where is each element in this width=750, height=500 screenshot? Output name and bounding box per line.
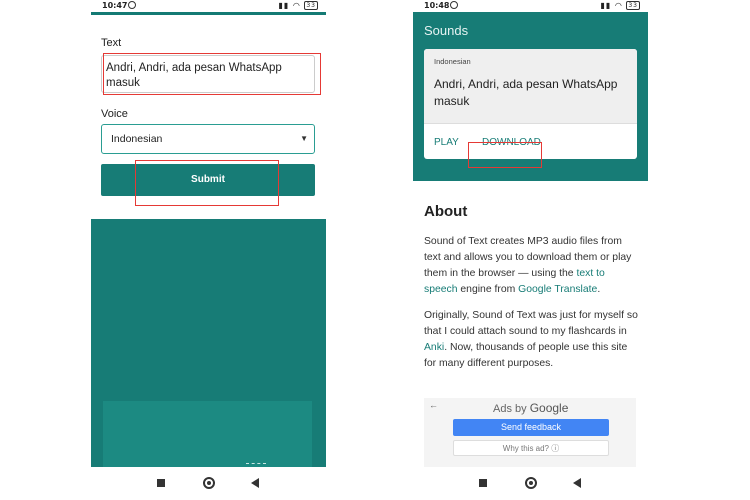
send-feedback-button[interactable]: Send feedback	[453, 419, 609, 436]
about-title: About	[424, 203, 468, 220]
chevron-down-icon: ▼	[300, 134, 308, 143]
about-text: engine from	[457, 284, 519, 295]
app-header-strip	[91, 12, 326, 15]
about-text: Originally, Sound of Text was just for m…	[424, 310, 638, 337]
sound-language: Indonesian	[434, 57, 471, 66]
battery-icon: 33	[304, 1, 318, 10]
signal-icon: ▮▮	[278, 1, 290, 10]
recent-apps-icon[interactable]	[479, 479, 487, 487]
voice-select-value: Indonesian	[111, 133, 163, 145]
ads-by-google: Ads by Google	[493, 401, 568, 415]
ad-placeholder-mark	[246, 463, 266, 466]
whatsapp-icon	[450, 1, 458, 9]
text-input-highlight	[103, 53, 321, 95]
sounds-title: Sounds	[424, 23, 469, 38]
teal-background	[91, 219, 326, 467]
home-icon[interactable]	[525, 477, 537, 489]
anki-link[interactable]: Anki	[424, 342, 444, 353]
about-paragraph-1: Sound of Text creates MP3 audio files fr…	[424, 234, 640, 298]
whatsapp-icon	[128, 1, 136, 9]
sound-text: Andri, Andri, ada pesan WhatsApp masuk	[434, 77, 618, 108]
back-icon[interactable]	[573, 478, 581, 488]
play-button[interactable]: PLAY	[434, 137, 459, 148]
voice-select[interactable]: Indonesian ▼	[101, 124, 315, 154]
status-icons: ▮▮ ◠ 33	[278, 1, 318, 10]
phone-screen-right: 10:48 ▮▮ ◠ 33 Sounds Indonesian Andri, A…	[413, 0, 648, 500]
status-bar: 10:48 ▮▮ ◠ 33	[413, 0, 648, 12]
about-text: . Now, thousands of people use this site…	[424, 342, 628, 369]
status-icons: ▮▮ ◠ 33	[600, 1, 640, 10]
recent-apps-icon[interactable]	[157, 479, 165, 487]
why-this-ad-button[interactable]: Why this ad? ⓘ	[453, 440, 609, 456]
wifi-icon: ◠	[292, 1, 301, 10]
google-logo: Google	[529, 401, 569, 415]
ad-placeholder	[103, 401, 312, 467]
ad-box: ← Ads by Google Send feedback Why this a…	[424, 398, 636, 467]
android-nav-bar	[91, 467, 326, 500]
text-label: Text	[101, 37, 122, 49]
sounds-section: Sounds Indonesian Andri, Andri, ada pesa…	[413, 12, 648, 181]
ads-by-label: Ads by	[493, 403, 527, 415]
wifi-icon: ◠	[614, 1, 623, 10]
signal-icon: ▮▮	[600, 1, 612, 10]
about-paragraph-2: Originally, Sound of Text was just for m…	[424, 308, 640, 372]
sound-card-body: Indonesian Andri, Andri, ada pesan Whats…	[424, 49, 637, 123]
phone-screen-left: 10:47 ▮▮ ◠ 33 Text Andri, Andri, ada pes…	[91, 0, 326, 500]
download-button-highlight	[468, 142, 542, 168]
battery-icon: 33	[626, 1, 640, 10]
status-time: 10:48	[424, 1, 450, 10]
home-icon[interactable]	[203, 477, 215, 489]
status-bar: 10:47 ▮▮ ◠ 33	[91, 0, 326, 12]
voice-label: Voice	[101, 108, 128, 120]
android-nav-bar	[413, 467, 648, 500]
submit-button-highlight	[135, 160, 279, 206]
back-icon[interactable]	[251, 478, 259, 488]
about-text: .	[597, 284, 601, 295]
back-arrow-icon[interactable]: ←	[429, 400, 438, 410]
google-translate-link[interactable]: Google Translate	[518, 284, 597, 295]
status-time: 10:47	[102, 1, 128, 10]
